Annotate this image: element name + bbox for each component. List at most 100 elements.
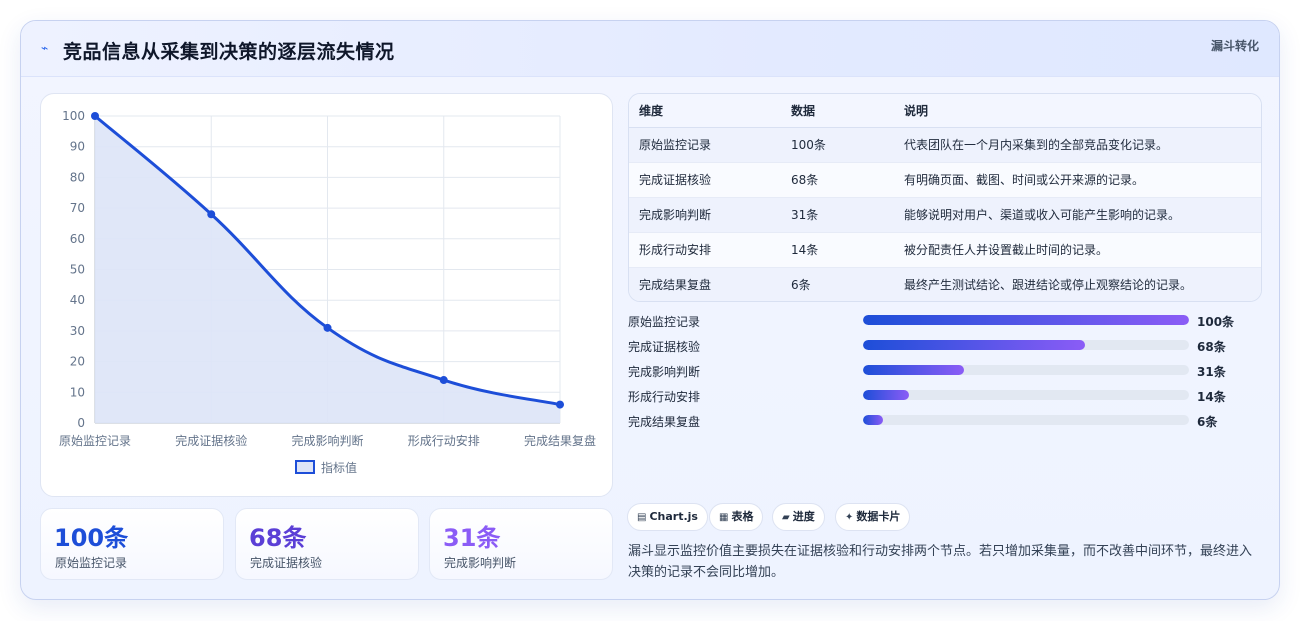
table-cell: 代表团队在一个月内采集到的全部竞品变化记录。 — [894, 127, 1261, 163]
column-header: 维度 — [629, 94, 781, 128]
y-tick-label: 70 — [70, 201, 85, 215]
progress-label: 形成行动安排 — [628, 390, 701, 404]
y-tick-label: 40 — [70, 293, 85, 307]
table-row: 完成证据核验 68条 有明确页面、截图、时间或公开来源的记录。 — [629, 162, 1261, 198]
table-row: 完成影响判断 31条 能够说明对用户、渠道或收入可能产生影响的记录。 — [629, 197, 1261, 233]
y-tick-label: 50 — [70, 263, 85, 277]
chart-icon: ▤ — [637, 512, 647, 523]
table-cell: 68条 — [781, 162, 894, 198]
column-header: 数据 — [781, 94, 894, 128]
progress-fill — [863, 315, 1189, 325]
progress-fill — [863, 365, 965, 375]
data-point — [323, 323, 332, 332]
progress-track — [863, 390, 1189, 400]
progress-value: 100条 — [1197, 315, 1235, 329]
stat-value: 31条 — [443, 524, 501, 552]
progress-label: 完成影响判断 — [628, 365, 701, 379]
stat-card-impact: 31条 完成影响判断 — [429, 508, 613, 580]
progress-row: 原始监控记录 100条 — [628, 312, 1262, 337]
table-cell: 6条 — [781, 267, 894, 301]
card-header: ⌁ 竞品信息从采集到决策的逐层流失情况 漏斗转化 — [21, 21, 1279, 77]
stat-value: 68条 — [249, 524, 307, 552]
progress-label: 完成结果复盘 — [628, 415, 701, 429]
x-tick-label: 完成证据核验 — [175, 433, 247, 448]
y-tick-label: 20 — [70, 355, 85, 369]
legend-label: 指标值 — [321, 460, 357, 475]
tag-label: 数据卡片 — [856, 510, 901, 523]
progress-label: 完成证据核验 — [628, 340, 701, 354]
table-row: 形成行动安排 14条 被分配责任人并设置截止时间的记录。 — [629, 232, 1261, 268]
y-tick-label: 0 — [77, 416, 85, 430]
progress-label: 原始监控记录 — [628, 315, 701, 329]
progress-value: 14条 — [1197, 390, 1226, 404]
table-header-row: 维度 数据 说明 — [629, 94, 1261, 128]
x-tick-label: 原始监控记录 — [59, 434, 131, 448]
data-point — [556, 400, 564, 409]
progress-value: 31条 — [1197, 365, 1226, 379]
table-cell: 31条 — [781, 197, 894, 233]
page-title: 竞品信息从采集到决策的逐层流失情况 — [63, 41, 395, 63]
table-cell: 被分配责任人并设置截止时间的记录。 — [894, 232, 1261, 268]
progress-icon: ▰ — [782, 512, 790, 523]
progress-track — [863, 315, 1189, 325]
table-row: 原始监控记录 100条 代表团队在一个月内采集到的全部竞品变化记录。 — [629, 127, 1261, 163]
progress-fill — [863, 415, 883, 425]
stat-card-raw: 100条 原始监控记录 — [40, 508, 224, 580]
table-cell: 原始监控记录 — [629, 127, 781, 163]
progress-value: 6条 — [1197, 415, 1218, 429]
tag-data-card[interactable]: ✦ 数据卡片 — [835, 503, 911, 531]
stat-label: 完成影响判断 — [444, 556, 517, 570]
stat-label: 原始监控记录 — [55, 556, 128, 570]
table-cell: 完成结果复盘 — [629, 267, 781, 301]
table-cell: 100条 — [781, 127, 894, 163]
y-tick-label: 80 — [70, 170, 85, 184]
progress-track — [863, 365, 1189, 375]
data-table: 维度 数据 说明 原始监控记录 100条 代表团队在一个月内采集到的全部竞品变化… — [628, 93, 1262, 302]
progress-row: 完成影响判断 31条 — [628, 362, 1262, 387]
tag-label: Chart.js — [649, 510, 698, 523]
y-tick-label: 90 — [70, 140, 85, 154]
table-cell: 14条 — [781, 232, 894, 268]
stat-card-verified: 68条 完成证据核验 — [235, 508, 419, 580]
progress-fill — [863, 390, 909, 400]
data-point — [91, 112, 99, 120]
legend-swatch — [295, 460, 315, 474]
lightning-icon: ⌁ — [41, 41, 49, 55]
tag-label: 表格 — [731, 510, 754, 523]
progress-track — [863, 340, 1189, 350]
table-cell: 形成行动安排 — [629, 232, 781, 268]
table-cell: 有明确页面、截图、时间或公开来源的记录。 — [894, 162, 1261, 198]
progress-value: 68条 — [1197, 340, 1226, 354]
y-tick-label: 100 — [62, 109, 85, 123]
tag-progress[interactable]: ▰ 进度 — [772, 503, 825, 531]
y-tick-label: 30 — [70, 324, 85, 338]
progress-row: 完成证据核验 68条 — [628, 337, 1262, 362]
table-cell: 完成证据核验 — [629, 162, 781, 198]
stat-label: 完成证据核验 — [250, 556, 323, 570]
progress-row: 完成结果复盘 6条 — [628, 412, 1262, 437]
progress-fill — [863, 340, 1085, 350]
summary-text: 漏斗显示监控价值主要损失在证据核验和行动安排两个节点。若只增加采集量，而不改善中… — [628, 544, 1253, 580]
stat-value: 100条 — [54, 524, 129, 552]
tag-label: 进度 — [792, 510, 815, 523]
x-tick-label: 完成影响判断 — [291, 433, 363, 448]
table-icon: ▦ — [719, 512, 729, 523]
data-point — [207, 210, 216, 219]
table-row: 完成结果复盘 6条 最终产生测试结论、跟进结论或停止观察结论的记录。 — [629, 267, 1261, 301]
data-point — [439, 376, 448, 385]
tag-table[interactable]: ▦ 表格 — [709, 503, 764, 531]
progress-row: 形成行动安排 14条 — [628, 387, 1262, 412]
table-cell: 能够说明对用户、渠道或收入可能产生影响的记录。 — [894, 197, 1261, 233]
line-chart: 0 10 20 30 40 50 60 70 80 90 100 原始监控记录 完成证据核验 完成影响判断… — [59, 109, 596, 475]
card-icon: ✦ — [845, 512, 854, 523]
funnel-badge: 漏斗转化 — [1210, 39, 1259, 53]
tag-chartjs[interactable]: ▤ Chart.js — [627, 503, 708, 531]
column-header: 说明 — [894, 94, 1261, 128]
y-tick-label: 60 — [70, 232, 85, 246]
line-chart-panel: 0 10 20 30 40 50 60 70 80 90 100 原始监控记录 完成证据核验 完成影响判断… — [40, 93, 613, 497]
funnel-card: ⌁ 竞品信息从采集到决策的逐层流失情况 漏斗转化 0 10 20 30 40 50 60 70… — [20, 20, 1280, 600]
progress-track — [863, 415, 1189, 425]
progress-list: 原始监控记录 100条 完成证据核验 68条 完成影响判断 31条 形成行动安排… — [628, 312, 1262, 437]
y-tick-label: 10 — [70, 385, 85, 399]
x-tick-label: 完成结果复盘 — [524, 433, 596, 448]
